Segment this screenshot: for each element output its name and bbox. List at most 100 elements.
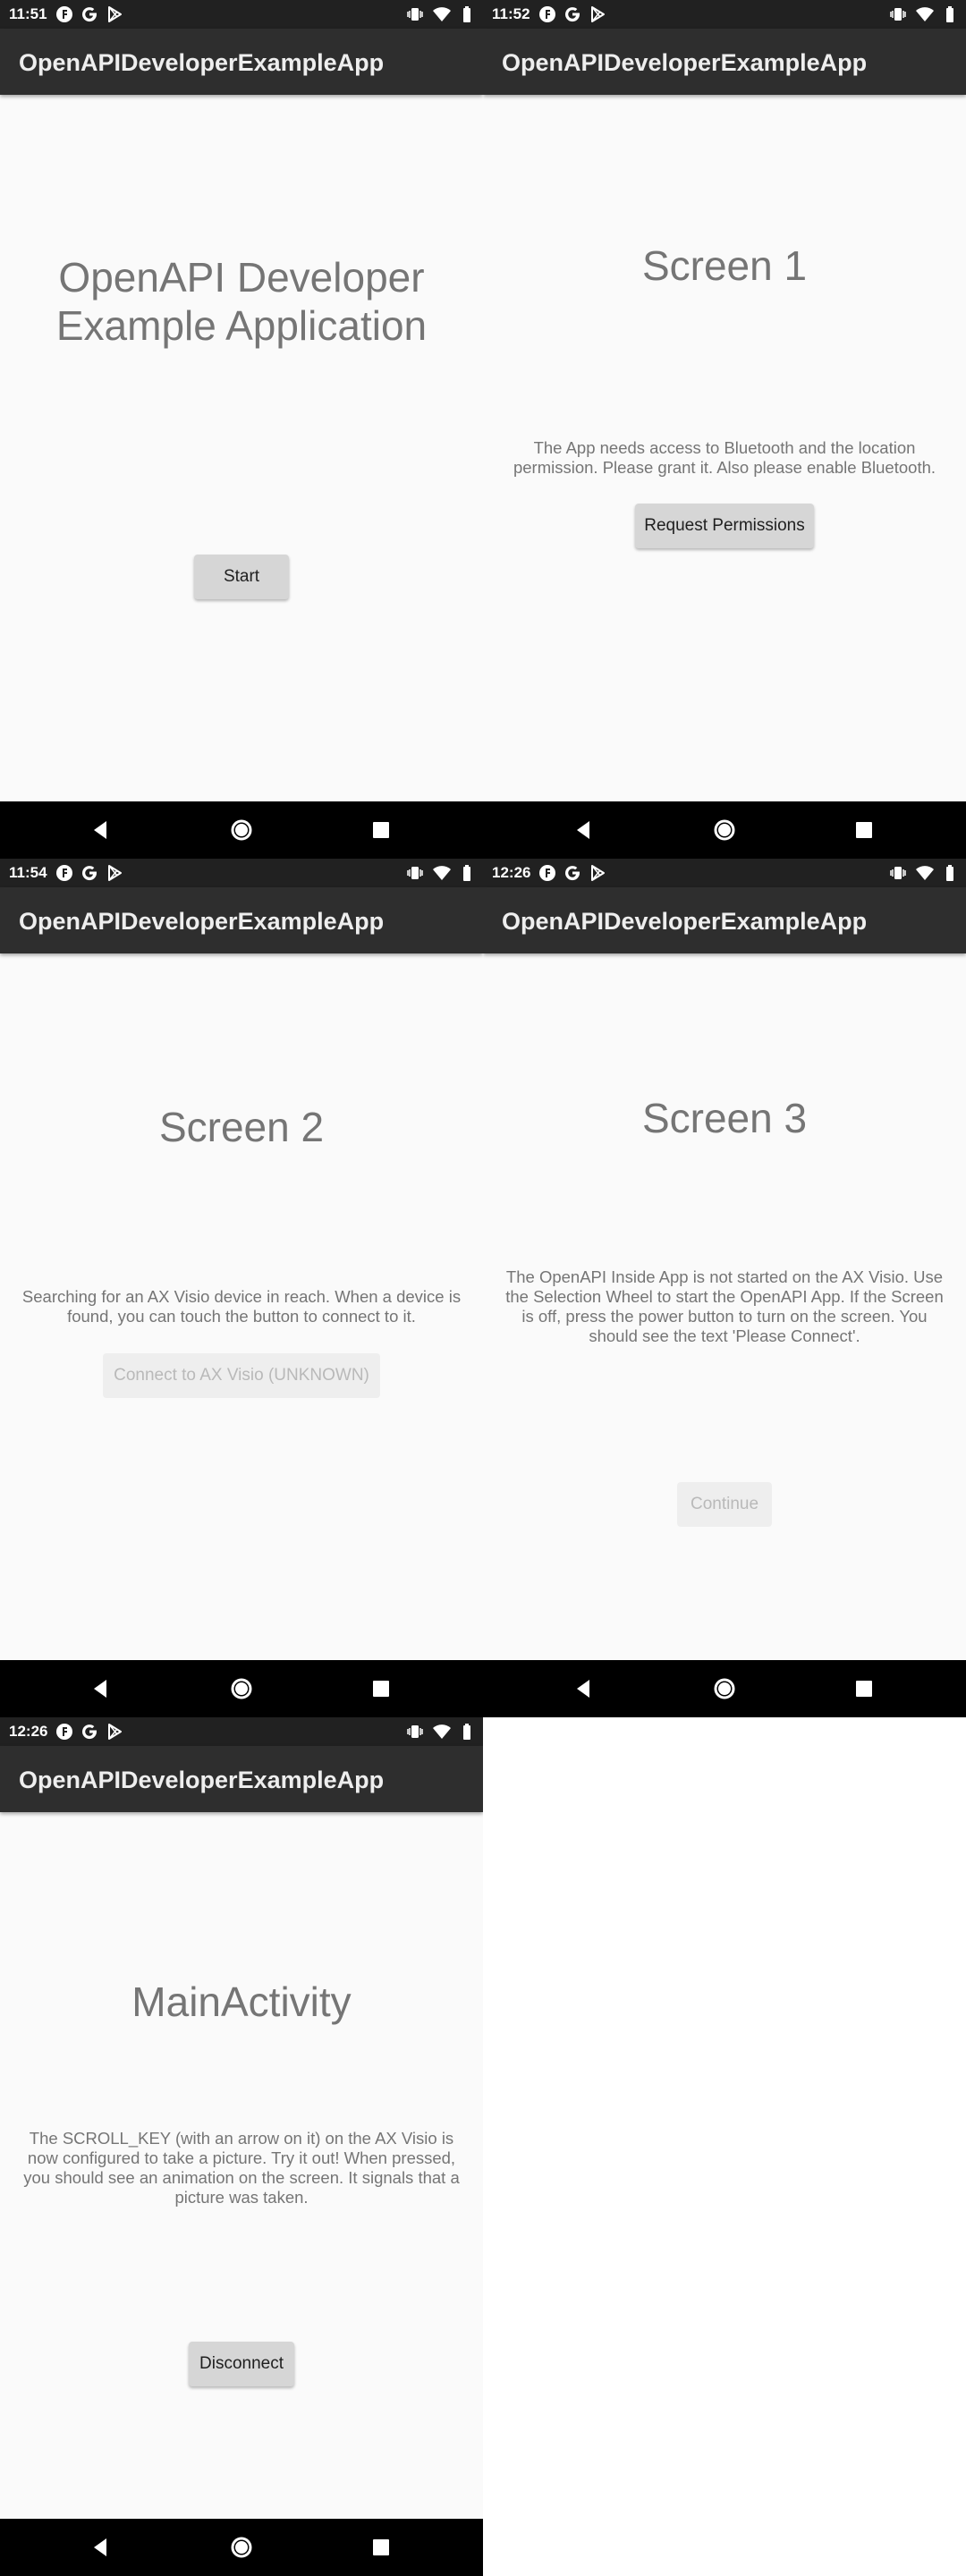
phone-screenshot-screen-3: 12:26 OpenAPIDeveloperExampleApp Screen … [483,859,966,1717]
app-f-icon [56,6,72,22]
nav-back-button[interactable] [565,812,601,848]
nav-home-button[interactable] [224,812,259,848]
nav-recents-button[interactable] [363,1671,399,1707]
app-f-icon [56,1724,72,1740]
play-store-icon [108,6,122,22]
status-bar: 12:26 [0,1717,483,1746]
back-icon [94,1680,106,1698]
page-title: Screen 3 [641,1095,808,1141]
request-permissions-button[interactable]: Request Permissions [635,504,814,548]
app-title: OpenAPIDeveloperExampleApp [19,1767,385,1793]
phone-screenshot-screen-2: 11:54 OpenAPIDeveloperExampleApp Screen … [0,859,483,1717]
status-time: 12:26 [9,1723,48,1740]
page-title: MainActivity [131,1979,352,2025]
wifi-icon [433,7,451,21]
nav-home-button[interactable] [224,1671,259,1707]
battery-icon [946,865,953,881]
back-icon [94,2538,106,2556]
battery-icon [463,6,470,22]
back-icon [577,1680,589,1698]
nav-back-button[interactable] [82,812,118,848]
home-icon [231,2537,252,2558]
navigation-bar [0,801,483,859]
search-status-message: Searching for an AX Visio device in reac… [21,1287,462,1326]
vibrate-icon [890,867,906,879]
vibrate-icon [890,8,906,21]
status-time: 11:51 [9,5,47,22]
recents-icon [856,1681,872,1697]
vibrate-icon [407,8,423,21]
status-bar: 11:51 [0,0,483,29]
wifi-icon [916,7,934,21]
phone-screenshot-start: 11:51 OpenAPIDeveloperExampleApp OpenAPI… [0,0,483,859]
not-started-message: The OpenAPI Inside App is not started on… [505,1267,944,1345]
google-icon [82,7,97,22]
home-icon [231,819,252,841]
app-bar: OpenAPIDeveloperExampleApp [483,29,966,95]
nav-back-button[interactable] [82,1671,118,1707]
navigation-bar [0,2519,483,2576]
wifi-icon [433,866,451,880]
wifi-icon [433,1724,451,1739]
google-icon [82,866,97,881]
nav-home-button[interactable] [224,2529,259,2565]
home-icon [714,1678,735,1699]
nav-home-button[interactable] [707,1671,742,1707]
recents-icon [373,2539,389,2555]
status-time: 11:54 [9,864,47,881]
connect-button[interactable]: Connect to AX Visio (UNKNOWN) [103,1353,380,1398]
nav-recents-button[interactable] [363,2529,399,2565]
play-store-icon [591,865,605,881]
status-time: 12:26 [492,864,531,881]
vibrate-icon [407,867,423,879]
app-bar: OpenAPIDeveloperExampleApp [0,1746,483,1812]
nav-recents-button[interactable] [846,1671,882,1707]
vibrate-icon [407,1725,423,1738]
battery-icon [463,1724,470,1740]
back-icon [94,821,106,839]
app-f-icon [539,6,555,22]
status-time: 11:52 [492,5,530,22]
nav-recents-button[interactable] [846,812,882,848]
app-bar: OpenAPIDeveloperExampleApp [0,887,483,953]
navigation-bar [0,1660,483,1717]
phone-screenshot-main-activity: 12:26 OpenAPIDeveloperExampleApp MainAct… [0,1717,483,2576]
status-bar: 11:54 [0,859,483,887]
recents-icon [856,822,872,838]
home-icon [231,1678,252,1699]
disconnect-button[interactable]: Disconnect [189,2342,294,2386]
app-bar: OpenAPIDeveloperExampleApp [483,887,966,953]
phone-screenshot-screen-1: 11:52 OpenAPIDeveloperExampleApp Screen … [483,0,966,859]
page-title: Screen 1 [641,242,808,289]
recents-icon [373,1681,389,1697]
wifi-icon [916,866,934,880]
play-store-icon [591,6,605,22]
scroll-key-message: The SCROLL_KEY (with an arrow on it) on … [23,2129,460,2207]
google-icon [565,7,580,22]
app-title: OpenAPIDeveloperExampleApp [502,908,868,935]
app-title: OpenAPIDeveloperExampleApp [19,49,385,76]
back-icon [577,821,589,839]
app-bar: OpenAPIDeveloperExampleApp [0,29,483,95]
continue-button[interactable]: Continue [677,1482,772,1527]
google-icon [565,866,580,881]
navigation-bar [483,1660,966,1717]
google-icon [82,1724,97,1740]
battery-icon [463,865,470,881]
nav-home-button[interactable] [707,812,742,848]
app-title: OpenAPIDeveloperExampleApp [502,49,868,76]
app-f-icon [56,865,72,881]
page-title: OpenAPI Developer Example Application [55,254,428,349]
home-icon [714,819,735,841]
start-button[interactable]: Start [194,555,289,599]
nav-back-button[interactable] [82,2529,118,2565]
page-title: Screen 2 [158,1104,325,1150]
nav-recents-button[interactable] [363,812,399,848]
recents-icon [373,822,389,838]
nav-back-button[interactable] [565,1671,601,1707]
play-store-icon [108,1724,122,1740]
permission-message: The App needs access to Bluetooth and th… [513,438,936,477]
app-f-icon [539,865,555,881]
battery-icon [946,6,953,22]
status-bar: 11:52 [483,0,966,29]
